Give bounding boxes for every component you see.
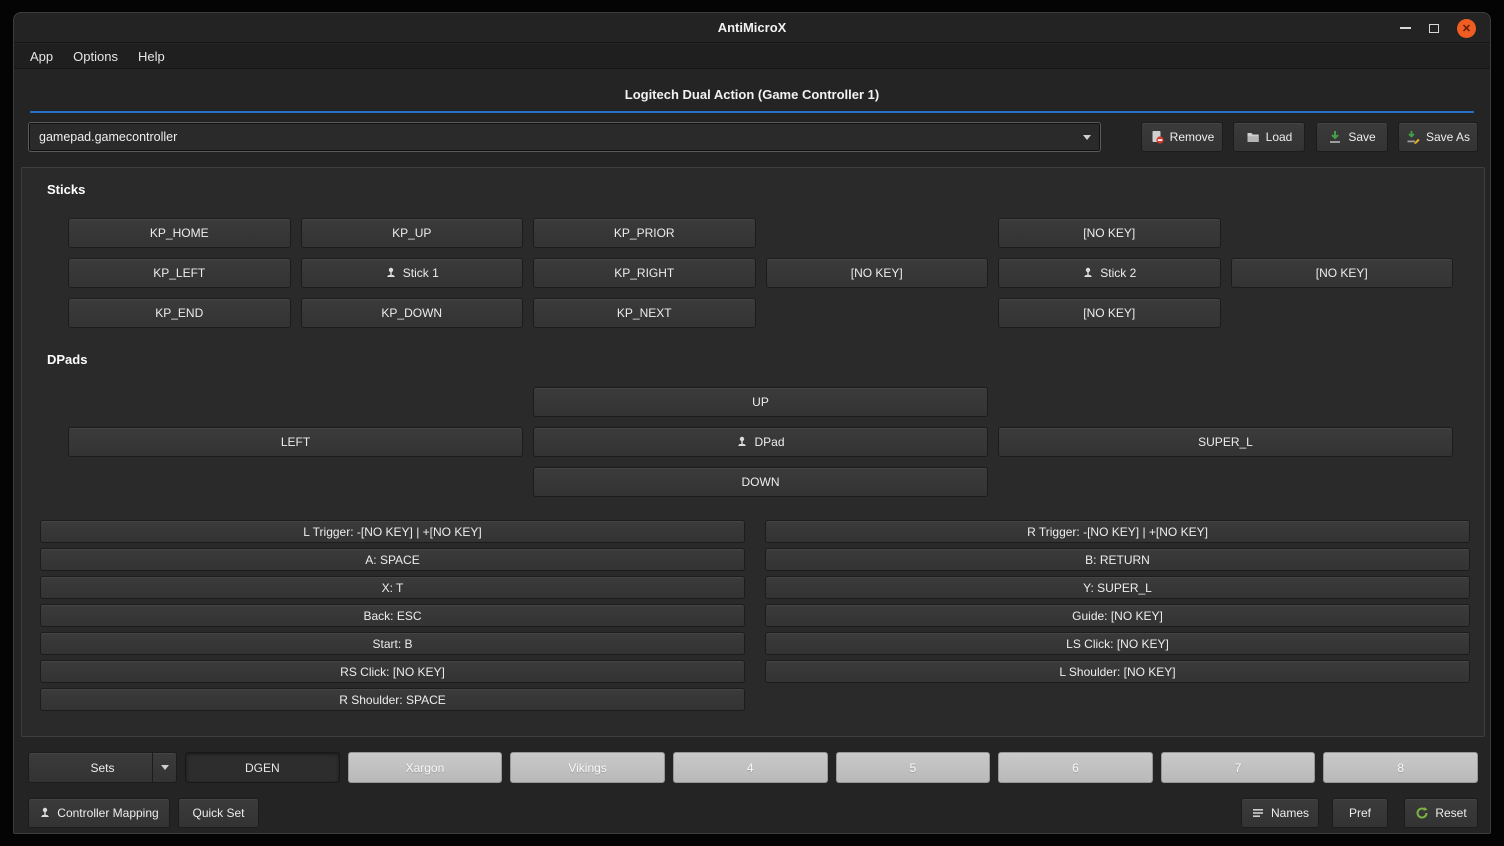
sets-dropdown-button[interactable]: Sets (28, 752, 177, 783)
sets-row: Sets DGEN Xargon Vikings 4 5 6 7 8 (28, 752, 1478, 783)
dpad-center-label: DPad (754, 435, 784, 449)
stick2-right-button[interactable]: [NO KEY] (1231, 258, 1454, 288)
menu-app[interactable]: App (20, 46, 63, 67)
controller-mapping-label: Controller Mapping (57, 806, 158, 820)
save-as-button[interactable]: Save As (1398, 122, 1478, 152)
menu-options[interactable]: Options (63, 46, 128, 67)
dpad-left-button[interactable]: LEFT (68, 427, 523, 457)
refresh-icon (1415, 806, 1429, 820)
joystick-icon (736, 436, 748, 448)
list-icon (1251, 806, 1265, 820)
stick2-left-button[interactable]: [NO KEY] (766, 258, 989, 288)
names-button[interactable]: Names (1241, 798, 1319, 828)
a-button[interactable]: A: SPACE (40, 548, 745, 571)
profile-combobox-value: gamepad.gamecontroller (29, 130, 1074, 144)
dpad-right-button[interactable]: SUPER_L (998, 427, 1453, 457)
r-shoulder-button[interactable]: R Shoulder: SPACE (40, 688, 745, 711)
close-icon[interactable]: ✕ (1457, 19, 1476, 38)
x-button[interactable]: X: T (40, 576, 745, 599)
stick1-right-button[interactable]: KP_RIGHT (533, 258, 756, 288)
controller-mapping-button[interactable]: Controller Mapping (28, 798, 170, 828)
load-button[interactable]: Load (1233, 122, 1305, 152)
rs-click-button[interactable]: RS Click: [NO KEY] (40, 660, 745, 683)
back-button[interactable]: Back: ESC (40, 604, 745, 627)
ls-click-button[interactable]: LS Click: [NO KEY] (765, 632, 1470, 655)
stick1-center-label: Stick 1 (403, 266, 439, 280)
remove-button-label: Remove (1170, 130, 1215, 144)
dpad-down-button[interactable]: DOWN (533, 467, 988, 497)
b-button[interactable]: B: RETURN (765, 548, 1470, 571)
load-button-label: Load (1266, 130, 1293, 144)
button-assignments: L Trigger: -[NO KEY] | +[NO KEY] R Trigg… (40, 520, 1470, 711)
controller-tab[interactable]: Logitech Dual Action (Game Controller 1) (14, 87, 1490, 102)
profile-combobox[interactable]: gamepad.gamecontroller (28, 122, 1101, 152)
controller-panel: Sticks KP_HOME KP_UP KP_PRIOR [NO KEY] K… (21, 167, 1485, 737)
save-download-icon (1328, 130, 1342, 144)
stick1-left-button[interactable]: KP_LEFT (68, 258, 291, 288)
set-tab-3[interactable]: Vikings (510, 752, 665, 783)
remove-document-icon (1150, 130, 1164, 144)
menubar: App Options Help (14, 44, 1490, 69)
joystick-icon (385, 267, 397, 279)
stick1-up-button[interactable]: KP_UP (301, 218, 524, 248)
sticks-grid: KP_HOME KP_UP KP_PRIOR [NO KEY] KP_LEFT … (68, 218, 1453, 328)
save-as-button-label: Save As (1426, 130, 1470, 144)
l-shoulder-button[interactable]: L Shoulder: [NO KEY] (765, 660, 1470, 683)
set-tab-7[interactable]: 7 (1161, 752, 1316, 783)
chevron-down-icon (152, 753, 176, 782)
stick1-down-left-button[interactable]: KP_END (68, 298, 291, 328)
y-button[interactable]: Y: SUPER_L (765, 576, 1470, 599)
remove-button[interactable]: Remove (1141, 122, 1223, 152)
joystick-icon (1082, 267, 1094, 279)
reset-button[interactable]: Reset (1404, 798, 1478, 828)
stick2-center-label: Stick 2 (1100, 266, 1136, 280)
set-tab-8[interactable]: 8 (1323, 752, 1478, 783)
sticks-heading: Sticks (47, 182, 85, 197)
window-controls: ✕ (1400, 13, 1476, 43)
stick2-up-button[interactable]: [NO KEY] (998, 218, 1221, 248)
set-tab-5[interactable]: 5 (836, 752, 991, 783)
save-button[interactable]: Save (1316, 122, 1388, 152)
l-trigger-button[interactable]: L Trigger: -[NO KEY] | +[NO KEY] (40, 520, 745, 543)
stick2-center-button[interactable]: Stick 2 (998, 258, 1221, 288)
stick2-down-button[interactable]: [NO KEY] (998, 298, 1221, 328)
set-tab-6[interactable]: 6 (998, 752, 1153, 783)
dpad-grid: UP LEFT DPad SUPER_L DOWN (68, 387, 1453, 497)
names-button-label: Names (1271, 806, 1309, 820)
tab-accent-line (30, 111, 1474, 113)
chevron-down-icon (1074, 135, 1100, 140)
stick1-down-button[interactable]: KP_DOWN (301, 298, 524, 328)
pref-button[interactable]: Pref (1332, 798, 1388, 828)
quick-set-button[interactable]: Quick Set (178, 798, 259, 828)
start-button[interactable]: Start: B (40, 632, 745, 655)
set-tab-1[interactable]: DGEN (185, 752, 340, 783)
stick1-up-left-button[interactable]: KP_HOME (68, 218, 291, 248)
save-as-icon (1406, 130, 1420, 144)
stick1-up-right-button[interactable]: KP_PRIOR (533, 218, 756, 248)
titlebar[interactable]: AntiMicroX ✕ (14, 13, 1490, 43)
stick1-down-right-button[interactable]: KP_NEXT (533, 298, 756, 328)
joystick-icon (39, 807, 51, 819)
antimicrox-window: AntiMicroX ✕ App Options Help Logitech D… (13, 12, 1491, 834)
footer-bar: Controller Mapping Quick Set Names Pref … (14, 798, 1490, 828)
maximize-icon[interactable] (1429, 24, 1439, 33)
dpad-up-button[interactable]: UP (533, 387, 988, 417)
window-title: AntiMicroX (14, 13, 1490, 43)
folder-open-icon (1246, 130, 1260, 144)
reset-button-label: Reset (1435, 806, 1466, 820)
r-trigger-button[interactable]: R Trigger: -[NO KEY] | +[NO KEY] (765, 520, 1470, 543)
minimize-icon[interactable] (1400, 27, 1411, 29)
save-button-label: Save (1348, 130, 1375, 144)
stick1-center-button[interactable]: Stick 1 (301, 258, 524, 288)
menu-help[interactable]: Help (128, 46, 175, 67)
dpad-center-button[interactable]: DPad (533, 427, 988, 457)
set-tab-4[interactable]: 4 (673, 752, 828, 783)
dpads-heading: DPads (47, 352, 87, 367)
sets-dropdown-label: Sets (90, 761, 114, 775)
set-tab-2[interactable]: Xargon (348, 752, 503, 783)
guide-button[interactable]: Guide: [NO KEY] (765, 604, 1470, 627)
